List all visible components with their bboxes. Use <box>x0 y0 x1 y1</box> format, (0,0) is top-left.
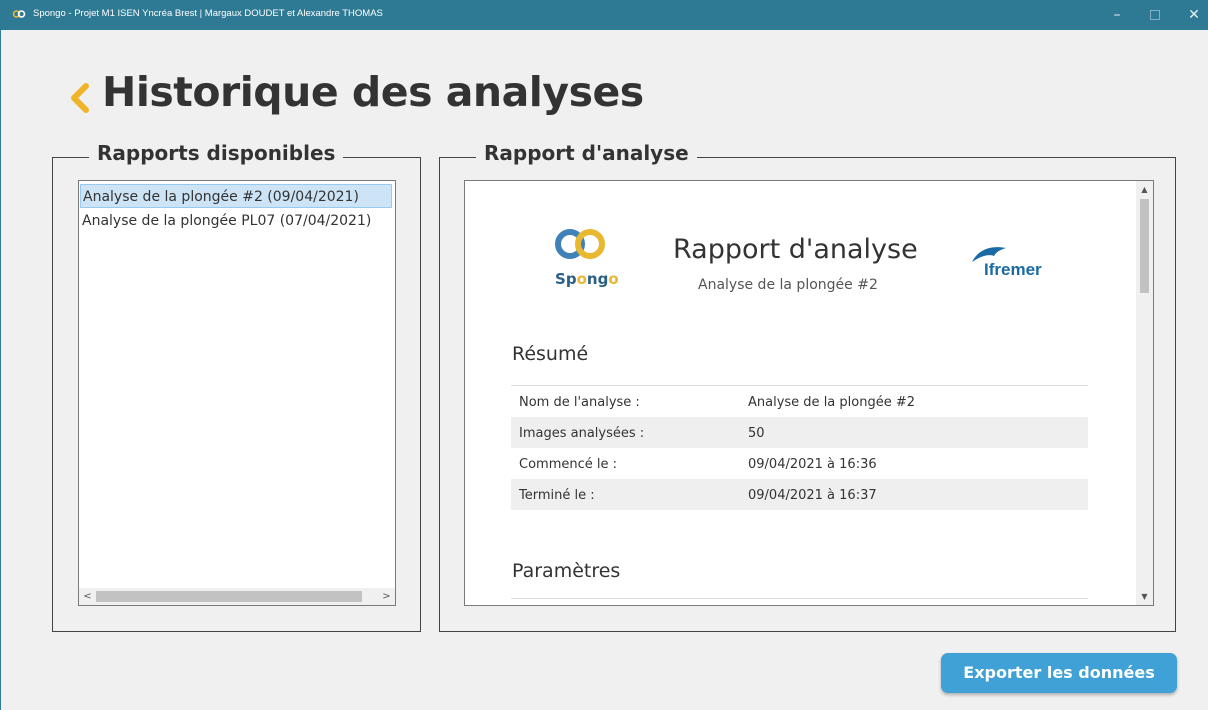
window-title: Spongo - Projet M1 ISEN Yncréa Brest | M… <box>33 8 383 19</box>
report-legend: Rapport d'analyse <box>476 141 697 165</box>
close-button[interactable]: ✕ <box>1179 0 1208 30</box>
chevron-left-icon[interactable] <box>64 80 94 116</box>
spongo-wordmark: Spongo <box>555 270 619 288</box>
maximize-icon <box>1150 10 1160 20</box>
row-key: Nom de l'analyse : <box>519 395 640 410</box>
row-value: 50 <box>748 426 765 441</box>
ifremer-wordmark: Ifremer <box>984 260 1042 279</box>
window-titlebar: Spongo - Projet M1 ISEN Yncréa Brest | M… <box>0 0 1208 30</box>
window-border <box>0 30 1 710</box>
minimize-button[interactable]: – <box>1102 0 1132 30</box>
maximize-button[interactable] <box>1140 0 1170 30</box>
report-title: Rapport d'analyse <box>673 234 918 265</box>
table-row: Terminé le : 09/04/2021 à 16:37 <box>511 479 1088 510</box>
scroll-down-button[interactable]: ▼ <box>1136 588 1153 605</box>
ifremer-logo: Ifremer <box>970 242 1065 287</box>
scrollbar-thumb[interactable] <box>96 591 362 602</box>
scroll-right-button[interactable]: > <box>378 588 395 605</box>
spongo-logo: Spongo <box>555 228 635 298</box>
reports-legend: Rapports disponibles <box>89 141 344 165</box>
horizontal-scrollbar[interactable]: < > <box>79 588 395 605</box>
row-value: Analyse de la plongée #2 <box>748 395 916 410</box>
export-data-button[interactable]: Exporter les données <box>941 653 1177 693</box>
scroll-left-button[interactable]: < <box>79 588 96 605</box>
summary-table: Nom de l'analyse : Analyse de la plongée… <box>511 385 1088 510</box>
row-key: Images analysées : <box>519 426 645 441</box>
spongo-rings-icon <box>555 229 605 259</box>
row-key: Terminé le : <box>519 488 595 503</box>
list-item[interactable]: Analyse de la plongée #2 (09/04/2021) <box>80 184 392 208</box>
parameters-heading: Paramètres <box>512 560 621 582</box>
row-value: 09/04/2021 à 16:37 <box>748 488 877 503</box>
app-icon <box>12 10 26 18</box>
divider <box>511 598 1088 599</box>
report-subtitle: Analyse de la plongée #2 <box>698 277 878 293</box>
list-item[interactable]: Analyse de la plongée PL07 (07/04/2021) <box>80 209 394 233</box>
summary-heading: Résumé <box>512 343 589 365</box>
table-row: Commencé le : 09/04/2021 à 16:36 <box>511 448 1088 479</box>
vertical-scrollbar[interactable]: ▲ ▼ <box>1136 181 1153 605</box>
scroll-up-button[interactable]: ▲ <box>1136 181 1153 198</box>
row-value: 09/04/2021 à 16:36 <box>748 457 877 472</box>
page-title: Historique des analyses <box>102 68 644 116</box>
table-row: Nom de l'analyse : Analyse de la plongée… <box>511 386 1088 417</box>
reports-list[interactable]: Analyse de la plongée #2 (09/04/2021) An… <box>78 180 396 606</box>
scrollbar-thumb[interactable] <box>1140 199 1149 293</box>
row-key: Commencé le : <box>519 457 617 472</box>
table-row: Images analysées : 50 <box>511 417 1088 448</box>
